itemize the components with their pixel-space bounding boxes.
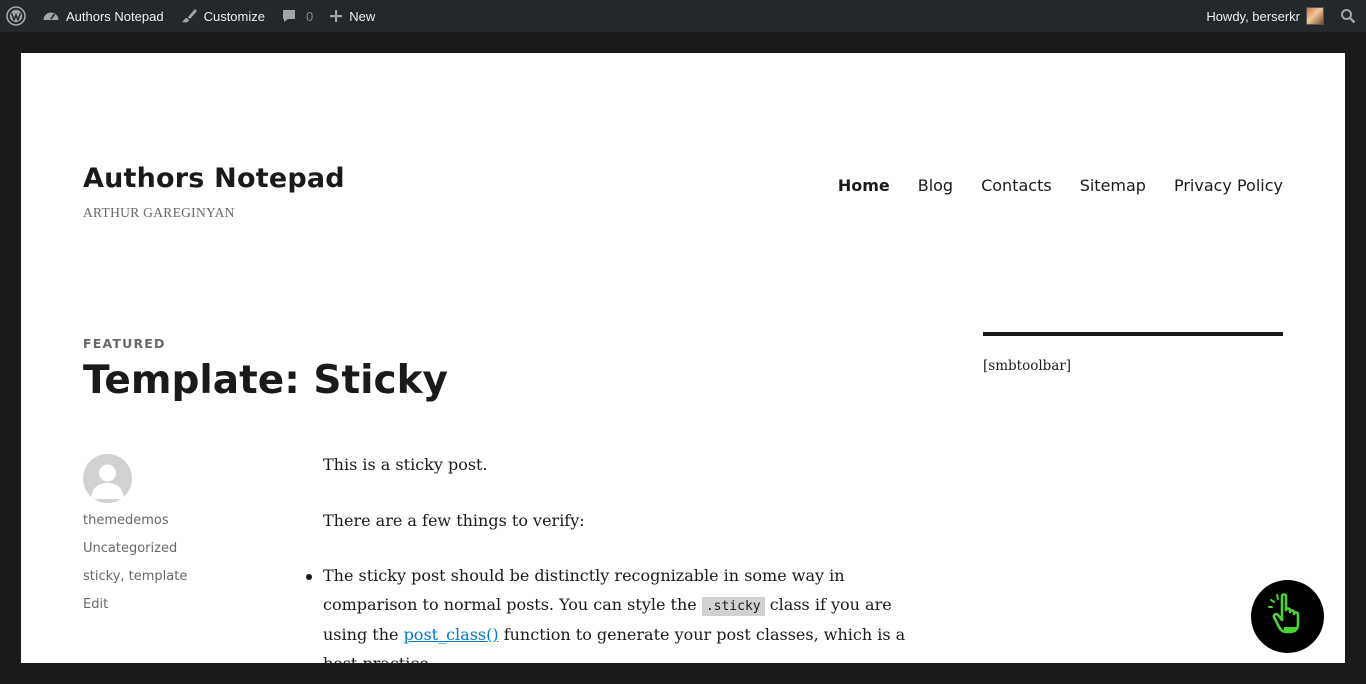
- author-avatar[interactable]: [83, 454, 132, 503]
- comments-count: 0: [306, 8, 314, 24]
- content-paragraph: There are a few things to verify:: [323, 510, 585, 530]
- comments-button[interactable]: 0: [273, 0, 321, 32]
- new-label: New: [349, 8, 376, 24]
- new-content-button[interactable]: New: [321, 0, 383, 32]
- menu-item-home[interactable]: Home: [838, 176, 890, 195]
- greeting-text: Howdy, berserkr: [1206, 8, 1300, 24]
- featured-label: FEATURED: [83, 336, 166, 351]
- admin-bar: Authors Notepad Customize 0 New Howdy, b…: [0, 0, 1366, 32]
- account-menu[interactable]: Howdy, berserkr: [1198, 0, 1332, 32]
- widget-divider: [983, 332, 1283, 336]
- post-edit-link[interactable]: Edit: [83, 597, 108, 612]
- customize-button[interactable]: Customize: [172, 0, 273, 32]
- post-class-link[interactable]: post_class(): [404, 625, 499, 644]
- primary-menu: Home Blog Contacts Sitemap Privacy Polic…: [838, 176, 1283, 195]
- site-page: Authors Notepad ARTHUR GAREGINYAN Home B…: [21, 53, 1345, 663]
- wordpress-logo-button[interactable]: [0, 0, 34, 32]
- site-name-menu[interactable]: Authors Notepad: [34, 0, 172, 32]
- post-title[interactable]: Template: Sticky: [83, 358, 448, 403]
- menu-item-sitemap[interactable]: Sitemap: [1080, 176, 1146, 195]
- comment-icon: [281, 8, 297, 24]
- dashboard-icon: [42, 7, 60, 25]
- default-avatar-icon: [91, 464, 124, 499]
- content-paragraph: This is a sticky post.: [323, 455, 488, 474]
- site-description: ARTHUR GAREGINYAN: [83, 205, 235, 220]
- menu-item-contacts[interactable]: Contacts: [981, 176, 1052, 195]
- list-item: The sticky post should be distinctly rec…: [306, 562, 913, 663]
- brush-icon: [180, 7, 198, 25]
- plus-icon: [329, 9, 343, 23]
- site-name-label: Authors Notepad: [66, 8, 164, 24]
- sticky-code: .sticky: [701, 596, 765, 616]
- search-button[interactable]: [1332, 0, 1366, 32]
- menu-item-privacy-policy[interactable]: Privacy Policy: [1174, 176, 1283, 195]
- sidebar-widget-text: [smbtoolbar]: [983, 358, 1072, 374]
- site-title[interactable]: Authors Notepad: [83, 163, 345, 194]
- user-avatar: [1306, 7, 1324, 25]
- floating-action-button[interactable]: [1251, 580, 1324, 653]
- menu-item-blog[interactable]: Blog: [918, 176, 953, 195]
- search-icon: [1340, 8, 1356, 24]
- post-category-link[interactable]: Uncategorized: [83, 541, 177, 556]
- customize-label: Customize: [203, 8, 265, 24]
- wordpress-logo-icon: [6, 6, 26, 26]
- pointing-hand-icon: [1267, 592, 1308, 641]
- post-content: This is a sticky post. There are a few t…: [306, 451, 913, 663]
- content-list: The sticky post should be distinctly rec…: [306, 562, 913, 663]
- post-author-link[interactable]: themedemos: [83, 513, 169, 528]
- post-tags-links[interactable]: sticky, template: [83, 569, 187, 584]
